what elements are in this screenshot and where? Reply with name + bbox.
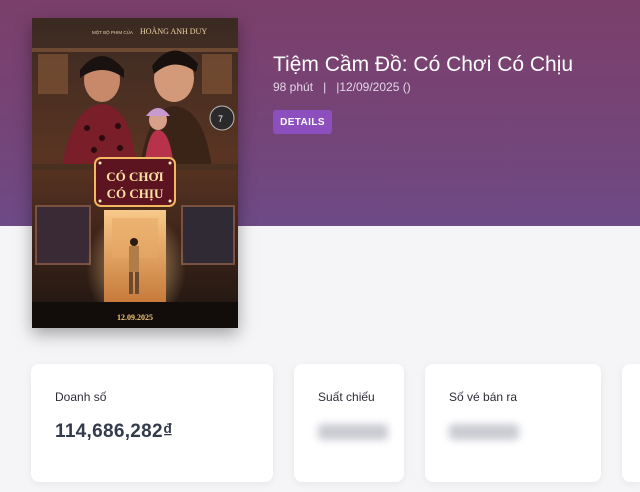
poster-badge: 7: [218, 114, 223, 124]
poster-logo-line2: CÓ CHỊU: [107, 186, 164, 201]
movie-meta: 98 phút | |12/09/2025 (): [273, 80, 411, 94]
movie-release-date: |12/09/2025 (): [336, 80, 411, 94]
poster-date: 12.09.2025: [117, 313, 153, 322]
revenue-card: Doanh số 114,686,282₫: [31, 364, 273, 482]
revenue-label: Doanh số: [55, 390, 107, 404]
tickets-label: Số vé bán ra: [449, 390, 518, 404]
tickets-value-redacted: [449, 424, 519, 440]
showtimes-card: Suất chiếu: [294, 364, 404, 482]
tickets-card: Số vé bán ra: [425, 364, 601, 482]
meta-separator: |: [323, 80, 327, 94]
movie-poster[interactable]: 7 CÓ CHƠI CÓ CHỊU MỘT BỘ PHIM CỦA HOÀNG …: [32, 18, 238, 328]
extra-card-partial: [622, 364, 640, 482]
details-button[interactable]: DETAILS: [273, 110, 332, 134]
showtimes-label: Suất chiếu: [318, 390, 375, 404]
movie-title: Tiệm Cầm Đồ: Có Chơi Có Chịu: [273, 53, 574, 76]
showtimes-value-redacted: [318, 424, 388, 440]
poster-logo-line1: CÓ CHƠI: [106, 169, 163, 184]
poster-top-credit: MỘT BỘ PHIM CỦA: [92, 29, 133, 35]
revenue-value: 114,686,282₫: [55, 421, 173, 442]
movie-duration: 98 phút: [273, 80, 314, 94]
poster-director: HOÀNG ANH DUY: [140, 26, 207, 36]
poster-image: 7 CÓ CHƠI CÓ CHỊU MỘT BỘ PHIM CỦA HOÀNG …: [32, 18, 238, 328]
